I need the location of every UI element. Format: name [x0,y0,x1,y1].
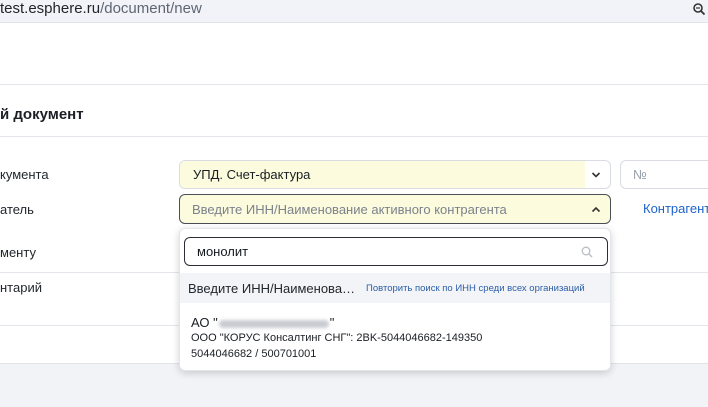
browser-address-bar[interactable]: test.esphere.ru/document/new [0,0,708,23]
comment-label: нтарий [0,280,42,295]
search-hint-row: Введите ИНН/Наименова… Повторить поиск п… [180,273,610,303]
chevron-down-icon[interactable] [591,170,601,180]
divider [0,136,708,137]
search-value: монолит [197,244,249,259]
search-result-item[interactable]: АО " " ООО "КОРУС Консалтинг СНГ": 2BK-50… [180,309,610,369]
recipient-label: атель [0,202,34,217]
page-title: й документ [0,106,84,123]
doctype-value: УПД. Счет-фактура [193,167,311,182]
search-icon [581,246,593,258]
number-placeholder: № [633,167,647,182]
search-hint: Введите ИНН/Наименова… [188,281,356,296]
url-path: /document/new [100,0,202,17]
url-host: test.esphere.ru [0,0,101,17]
recipient-dropdown: монолит Введите ИНН/Наименова… Повторить… [179,228,611,371]
result-operator: ООО "КОРУС Консалтинг СНГ": 2BK-50440466… [191,332,483,344]
result-inn: 5044046682 / 500701001 [191,348,317,360]
doctype-label: кумента [0,167,49,182]
url-text[interactable]: test.esphere.ru/document/new [0,0,202,18]
recipient-select[interactable]: Введите ИНН/Наименование активного контр… [179,194,611,224]
document-label: менту [0,245,36,260]
contragent-link[interactable]: Контрагент [643,201,708,216]
repeat-search-link[interactable]: Повторить поиск по ИНН среди всех органи… [366,283,585,294]
chevron-up-icon[interactable] [591,205,601,215]
redacted-text [218,319,329,328]
page-header-area [0,23,708,85]
recipient-placeholder: Введите ИНН/Наименование активного контр… [192,202,507,217]
zoom-icon[interactable] [692,2,706,16]
recipient-search-input[interactable]: монолит [184,237,608,266]
document-number-input[interactable]: № [620,160,708,189]
result-name: АО " " [191,315,335,330]
doctype-select[interactable]: УПД. Счет-фактура [179,160,611,189]
